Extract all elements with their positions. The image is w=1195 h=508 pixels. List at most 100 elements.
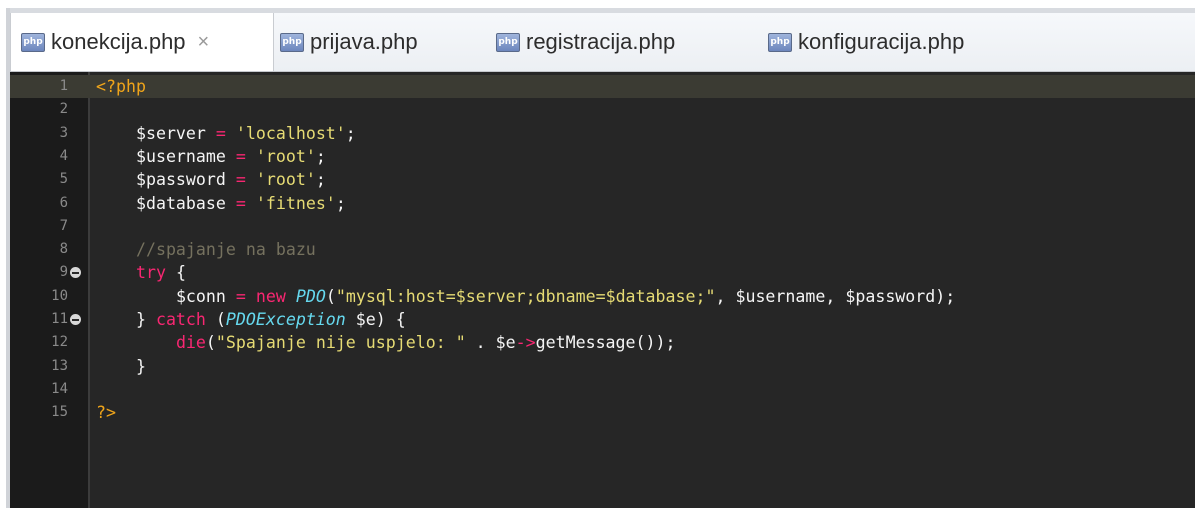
code-line-7[interactable]: 7: [10, 215, 1195, 238]
php-file-icon: php: [21, 32, 45, 52]
string: "Spajanje nije uspjelo: ": [215, 333, 466, 353]
code-text: $username = 'root';: [96, 145, 326, 168]
line-number: 8: [59, 241, 68, 258]
punctuation: (: [325, 286, 336, 306]
line-number: 12: [51, 334, 68, 351]
string: "mysql:host=$server;dbname=$database;": [335, 286, 716, 306]
tab-konekcija[interactable]: php konekcija.php ×: [10, 13, 274, 71]
fold-collapse-icon[interactable]: [70, 314, 81, 325]
code-line-15[interactable]: 15 ?>: [10, 401, 1195, 424]
editor-tab-bar: php konekcija.php × php prijava.php php …: [10, 13, 1195, 72]
code-line-9[interactable]: 9 try {: [10, 261, 1195, 284]
php-file-icon: php: [280, 32, 304, 52]
string: 'localhost': [235, 123, 346, 143]
variable: $database: [135, 193, 226, 213]
code-line-5[interactable]: 5 $password = 'root';: [10, 168, 1195, 191]
line-number: 4: [59, 147, 68, 164]
code-text: try {: [96, 261, 186, 284]
line-number: 10: [51, 287, 68, 304]
line-number: 5: [59, 171, 68, 188]
php-close-tag: ?>: [96, 403, 116, 423]
string: 'fitnes': [255, 193, 336, 213]
line-number: 13: [51, 357, 68, 374]
code-line-2[interactable]: 2: [10, 98, 1195, 121]
punctuation: }: [135, 356, 146, 376]
code-text: } catch (PDOException $e) {: [96, 308, 406, 331]
ide-window: php konekcija.php × php prijava.php php …: [0, 0, 1195, 508]
line-number: 1: [59, 78, 68, 94]
code-line-12[interactable]: 12 die("Spajanje nije uspjelo: " . $e->g…: [10, 331, 1195, 354]
variable: $conn: [175, 286, 226, 306]
arguments: , $username, $password);: [715, 286, 956, 306]
code-line-3[interactable]: 3 $server = 'localhost';: [10, 122, 1195, 145]
php-open-tag: <?php: [96, 77, 146, 96]
tab-konfiguracija[interactable]: php konfiguracija.php: [760, 13, 1048, 71]
line-number: 11: [51, 311, 68, 327]
punctuation: {: [165, 263, 186, 283]
code-line-1[interactable]: 1 <?php: [10, 75, 1195, 99]
code-line-8[interactable]: 8 //spajanje na bazu: [10, 238, 1195, 261]
code-line-6[interactable]: 6 $database = 'fitnes';: [10, 192, 1195, 215]
keyword: try: [135, 263, 166, 283]
punctuation: ;: [335, 193, 346, 213]
line-number: 7: [59, 217, 68, 234]
line-number: 15: [51, 404, 68, 421]
code-text: $conn = new PDO("mysql:host=$server;dbna…: [96, 285, 955, 308]
code-text: $database = 'fitnes';: [96, 192, 346, 215]
code-editor[interactable]: 1 <?php 2 3 $server = 'localhost'; 4 $us…: [10, 72, 1195, 508]
string: 'root': [255, 170, 316, 190]
operator: =: [205, 123, 236, 143]
string: 'root': [255, 146, 316, 166]
code-line-4[interactable]: 4 $username = 'root';: [10, 145, 1195, 168]
operator: =: [225, 170, 256, 190]
code-text: ?>: [96, 401, 116, 424]
code-line-11[interactable]: 11 } catch (PDOException $e) {: [10, 308, 1195, 331]
code-text: //spajanje na bazu: [96, 238, 316, 261]
tab-label: prijava.php: [310, 29, 418, 54]
variable: $server: [135, 123, 206, 143]
punctuation: (: [205, 333, 216, 353]
class-name: PDO: [295, 286, 326, 306]
keyword: catch: [155, 310, 206, 329]
variable: $password: [135, 170, 226, 190]
operator: =: [225, 286, 256, 306]
line-number: 6: [59, 194, 68, 211]
tab-label: konekcija.php: [51, 29, 186, 54]
punctuation: }: [135, 310, 156, 329]
comment: //spajanje na bazu: [135, 240, 316, 260]
code-line-10[interactable]: 10 $conn = new PDO("mysql:host=$server;d…: [10, 285, 1195, 308]
code-text: $password = 'root';: [96, 168, 326, 191]
code-text: $server = 'localhost';: [96, 122, 356, 145]
fold-collapse-icon[interactable]: [70, 267, 81, 279]
code-text: die("Spajanje nije uspjelo: " . $e->getM…: [96, 331, 676, 354]
keyword: die: [175, 333, 206, 353]
tab-prijava[interactable]: php prijava.php: [272, 13, 490, 71]
tab-registracija[interactable]: php registracija.php: [488, 13, 756, 71]
keyword: new: [255, 286, 286, 306]
method-call: getMessage());: [535, 333, 676, 353]
code-line-13[interactable]: 13 }: [10, 355, 1195, 378]
tab-label: registracija.php: [526, 29, 676, 54]
variable: . $e: [465, 333, 516, 353]
operator: =: [225, 193, 256, 213]
php-file-icon: php: [768, 32, 792, 52]
line-number: 2: [59, 101, 68, 118]
tab-label: konfiguracija.php: [798, 29, 965, 54]
punctuation: (: [205, 310, 226, 329]
code-text: }: [96, 355, 146, 378]
php-file-icon: php: [496, 32, 520, 52]
code-line-14[interactable]: 14: [10, 378, 1195, 401]
code-text: <?php: [96, 75, 146, 98]
operator: =: [225, 146, 256, 166]
line-number: 14: [51, 380, 68, 397]
class-name: PDOException: [225, 310, 346, 329]
punctuation: ;: [315, 170, 326, 190]
punctuation: ;: [345, 123, 356, 143]
line-number: 3: [59, 124, 68, 141]
arguments: $e) {: [345, 310, 406, 329]
punctuation: ;: [315, 146, 326, 166]
variable: $username: [135, 146, 226, 166]
line-number: 9: [59, 264, 68, 281]
operator: ->: [515, 333, 536, 353]
close-icon[interactable]: ×: [198, 31, 210, 54]
